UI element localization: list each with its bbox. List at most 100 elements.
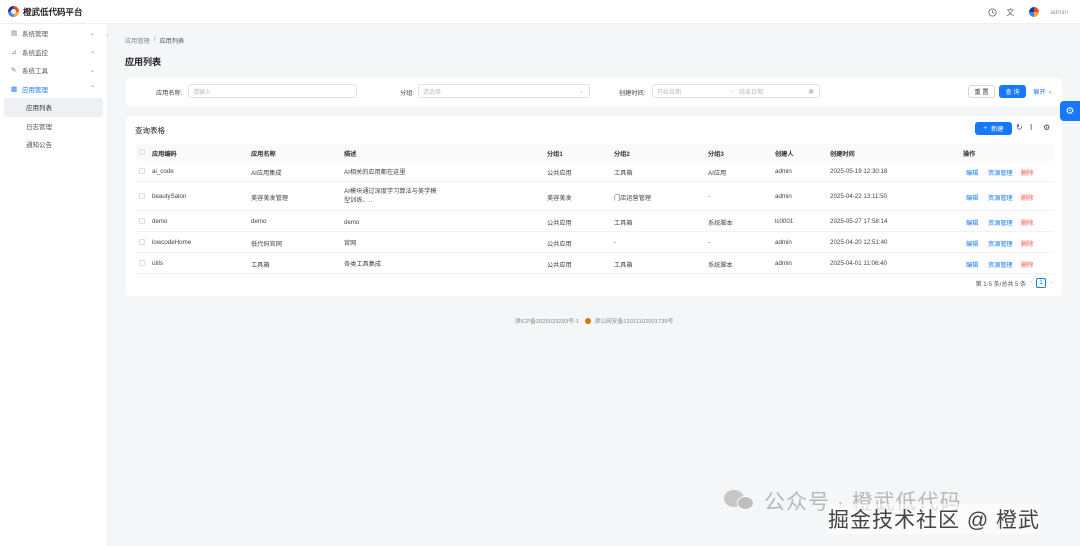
new-button-label: 新建 [991, 126, 1004, 133]
start-date-placeholder[interactable]: 开始日期 [657, 87, 681, 96]
police-record[interactable]: 津公网安备12011102001739号 [594, 319, 673, 325]
delete-link[interactable]: 删除 [1021, 218, 1033, 227]
resource-link[interactable]: 资源管理 [988, 260, 1013, 269]
reset-button[interactable]: 重 置 [968, 85, 995, 98]
column-height-icon[interactable]: I [1030, 123, 1032, 132]
settings-icon[interactable]: ⚙ [1043, 123, 1050, 132]
edit-link[interactable]: 编辑 [966, 218, 978, 227]
cell-desc: AI相关的应用都在这里 [344, 169, 406, 176]
chevron-down-icon: ⌄ [578, 88, 584, 95]
cell-group1: 公共应用 [547, 262, 572, 269]
prev-page-icon[interactable]: ‹ [1030, 280, 1032, 286]
sidebar-subitem-notices[interactable]: 通知公告 [4, 135, 103, 154]
query-button-label: 查 询 [1005, 89, 1020, 96]
clock-icon[interactable] [987, 7, 997, 17]
cell-code: beautySalon [152, 193, 187, 200]
table-row: ai_code AI应用集成 AI相关的应用都在这里 公共应用 工具箱 AI应用… [136, 161, 1054, 182]
delete-link[interactable]: 删除 [1021, 193, 1033, 202]
chevron-down-icon: ⌄ [89, 67, 95, 74]
edit-link[interactable]: 编辑 [966, 260, 978, 269]
query-button[interactable]: 查 询 [999, 85, 1026, 98]
gear-icon: ⚙ [1065, 105, 1075, 117]
sidebar-item-system-tools[interactable]: ✎ 系统工具 ⌄ [0, 61, 107, 80]
settings-drawer-button[interactable]: ⚙ [1060, 101, 1080, 121]
table-title: 查询表格 [135, 126, 165, 135]
next-page-icon[interactable]: › [1050, 280, 1052, 286]
cell-desc: 官网 [344, 240, 357, 247]
resource-link[interactable]: 资源管理 [988, 193, 1013, 202]
row-checkbox[interactable] [139, 218, 145, 224]
edit-link[interactable]: 编辑 [966, 239, 978, 248]
search-form: 应用名称: 请输入 分组: 请选择 ⌄ 创建时间: 开始日期 → 结束日期 ▣ … [126, 78, 1062, 106]
app-name-input[interactable]: 请输入 [188, 84, 357, 98]
cell-name: demo [251, 218, 267, 225]
new-button[interactable]: + 新建 [975, 122, 1012, 135]
sidebar-item-system-management[interactable]: ▤ 系统管理 ⌄ [0, 24, 107, 43]
wechat-icon [724, 488, 758, 514]
end-date-placeholder[interactable]: 结束日期 [739, 87, 763, 96]
calendar-icon: ▣ [808, 88, 814, 95]
col-header: 应用编码 [152, 151, 177, 158]
user-avatar[interactable] [1029, 7, 1040, 17]
cell-group2: 门店运营管理 [614, 195, 652, 202]
table-header: 应用编码 应用名称 描述 分组1 分组2 分组3 创建人 创建时间 操作 [136, 144, 1054, 161]
user-name[interactable]: admin [1050, 9, 1068, 16]
edit-link[interactable]: 编辑 [966, 168, 978, 177]
plus-icon: + [983, 125, 988, 132]
cell-group2: - [614, 239, 617, 246]
sidebar-collapse-icon[interactable]: ‹ [106, 32, 108, 39]
col-header: 创建时间 [830, 151, 855, 158]
row-checkbox[interactable] [139, 168, 145, 174]
expand-button-label: 展开 [1033, 89, 1046, 96]
row-checkbox[interactable] [139, 239, 145, 245]
cell-group1: 美容美发 [547, 195, 572, 202]
resource-link[interactable]: 资源管理 [988, 218, 1013, 227]
row-checkbox[interactable] [139, 193, 145, 199]
category-select[interactable]: 请选择 ⌄ [418, 84, 590, 98]
sidebar-item-app-management[interactable]: ▦ 应用管理 ⌃ [0, 80, 107, 99]
sidebar: ▤ 系统管理 ⌄ ⊿ 系统监控 ⌄ ✎ 系统工具 ⌄ ▦ 应用管理 ⌃ 应用列表… [0, 24, 108, 546]
footer: 津ICP备2025033293号-1 津公网安备12011102001739号 [0, 316, 1080, 325]
table-row: demo demo demo 公共应用 工具箱 系统脚本 lc0001 2025… [136, 211, 1054, 232]
cell-name: 美容美发管理 [251, 195, 289, 202]
sidebar-subitem-logs[interactable]: 日志管理 [4, 117, 103, 136]
cell-creator: admin [775, 260, 792, 267]
sidebar-item-label: 系统监控 [22, 49, 48, 57]
select-all-checkbox[interactable] [139, 149, 145, 155]
translate-icon[interactable]: 文 [1005, 7, 1015, 17]
cell-code: lowcodeHome [152, 239, 192, 246]
delete-link[interactable]: 删除 [1021, 239, 1033, 248]
edit-link[interactable]: 编辑 [966, 193, 978, 202]
cell-creator: admin [775, 168, 792, 175]
sidebar-subitem-label: 日志管理 [26, 123, 52, 131]
delete-link[interactable]: 删除 [1021, 168, 1033, 177]
resource-link[interactable]: 资源管理 [988, 239, 1013, 248]
cell-group1: 公共应用 [547, 241, 572, 248]
cell-created-time: 2025-04-20 12:51:40 [830, 239, 888, 246]
police-badge-icon [584, 318, 591, 325]
resource-link[interactable]: 资源管理 [988, 168, 1013, 177]
sidebar-subitem-app-list[interactable]: 应用列表 [4, 98, 103, 117]
page-title: 应用列表 [125, 57, 162, 67]
date-range-picker[interactable]: 开始日期 → 结束日期 ▣ [652, 84, 820, 98]
pagination: 第 1-5 条/总共 5 条 ‹ 1 › [976, 278, 1052, 288]
sidebar-item-system-monitor[interactable]: ⊿ 系统监控 ⌄ [0, 43, 107, 62]
cell-group3: - [708, 239, 711, 246]
sidebar-subitem-label: 通知公告 [26, 142, 52, 150]
breadcrumb-parent[interactable]: 应用管理 [125, 36, 150, 45]
page-number[interactable]: 1 [1036, 278, 1046, 288]
row-checkbox[interactable] [139, 260, 145, 266]
range-arrow-icon: → [728, 88, 734, 94]
delete-link[interactable]: 删除 [1021, 260, 1033, 269]
cell-created-time: 2025-04-01 11:06:40 [830, 260, 887, 267]
app-logo [8, 6, 19, 17]
expand-button[interactable]: 展开 ⌄ [1030, 85, 1056, 98]
juejin-watermark: 掘金技术社区 @ 橙武 [828, 504, 1040, 534]
sidebar-item-label: 系统工具 [22, 68, 48, 76]
reload-icon[interactable]: ↻ [1016, 123, 1023, 132]
cell-creator: admin [775, 239, 792, 246]
icp-record[interactable]: 津ICP备2025033293号-1 [515, 319, 579, 325]
app-name-placeholder: 请输入 [193, 89, 212, 96]
cell-desc: AI模块通过深度学习算法与美学模型训练、.. [344, 188, 437, 204]
col-header: 描述 [344, 151, 357, 158]
